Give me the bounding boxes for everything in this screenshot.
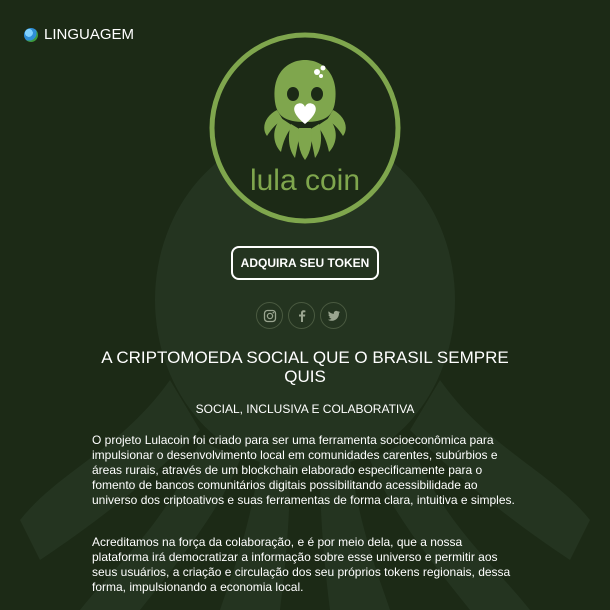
- globe-icon: [24, 27, 38, 42]
- social-links: [256, 302, 347, 329]
- language-label: LINGUAGEM: [44, 26, 135, 43]
- facebook-icon[interactable]: [288, 302, 315, 329]
- collaboration-paragraph: Acreditamos na força da colaboração, e é…: [92, 535, 511, 594]
- intro-paragraph: O projeto Lulacoin foi criado para ser u…: [92, 433, 515, 507]
- language-selector[interactable]: LINGUAGEM: [24, 26, 134, 43]
- twitter-icon[interactable]: [320, 302, 347, 329]
- instagram-icon[interactable]: [256, 302, 283, 329]
- page-subheadline: SOCIAL, INCLUSIVA E COLABORATIVA: [195, 402, 415, 416]
- buy-token-button[interactable]: ADQUIRA SEU TOKEN: [231, 246, 379, 280]
- page-headline: A CRIPTOMOEDA SOCIAL QUE O BRASIL SEMPRE…: [101, 348, 509, 386]
- logo: lula coin: [209, 32, 401, 224]
- logo-text: lula coin: [250, 164, 360, 197]
